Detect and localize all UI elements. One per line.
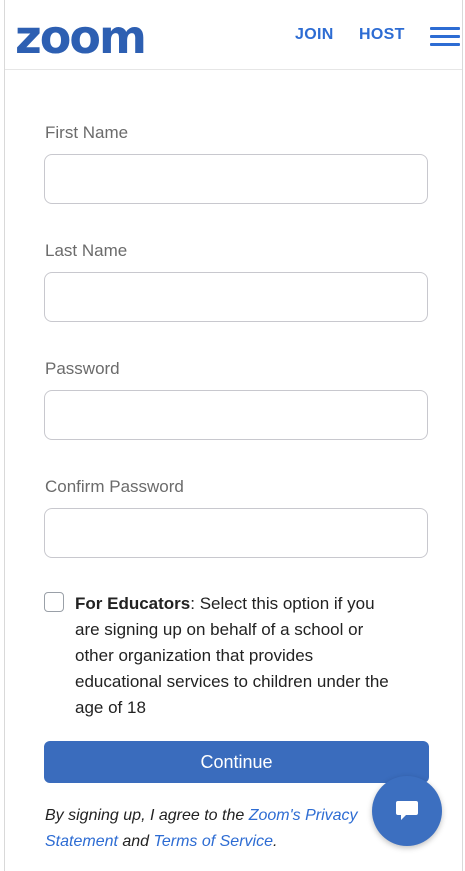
confirm-password-label: Confirm Password: [45, 477, 184, 496]
first-name-label: First Name: [45, 123, 129, 142]
agreement-text: By signing up, I agree to the Zoom's Pri…: [45, 803, 375, 855]
educators-title: For Educators: [75, 594, 191, 613]
frame-left-border: [4, 0, 5, 871]
last-name-input[interactable]: [44, 272, 428, 322]
join-link[interactable]: JOIN: [295, 26, 334, 44]
menu-bar: [430, 43, 460, 46]
password-input[interactable]: [44, 390, 428, 440]
terms-of-service-link[interactable]: Terms of Service: [154, 833, 273, 850]
first-name-input[interactable]: [44, 154, 428, 204]
host-link[interactable]: HOST: [359, 26, 405, 44]
zoom-logo[interactable]: zoom: [15, 7, 147, 67]
agreement-suffix: .: [272, 833, 278, 850]
agreement-prefix: By signing up, I agree to the: [45, 807, 249, 824]
educators-checkbox[interactable]: [44, 592, 64, 612]
top-header: zoom JOIN HOST: [5, 0, 462, 70]
chat-button[interactable]: [372, 776, 442, 846]
last-name-label: Last Name: [45, 241, 128, 260]
chat-bubble-icon: [396, 801, 418, 820]
agreement-middle: and: [117, 833, 154, 850]
educators-description: For Educators: Select this option if you…: [75, 591, 395, 721]
password-label: Password: [45, 359, 120, 378]
menu-bar: [430, 27, 460, 30]
hamburger-menu-icon[interactable]: [430, 25, 460, 47]
continue-button[interactable]: Continue: [44, 741, 429, 783]
menu-bar: [430, 35, 460, 38]
frame-right-border: [462, 0, 463, 871]
confirm-password-input[interactable]: [44, 508, 428, 558]
